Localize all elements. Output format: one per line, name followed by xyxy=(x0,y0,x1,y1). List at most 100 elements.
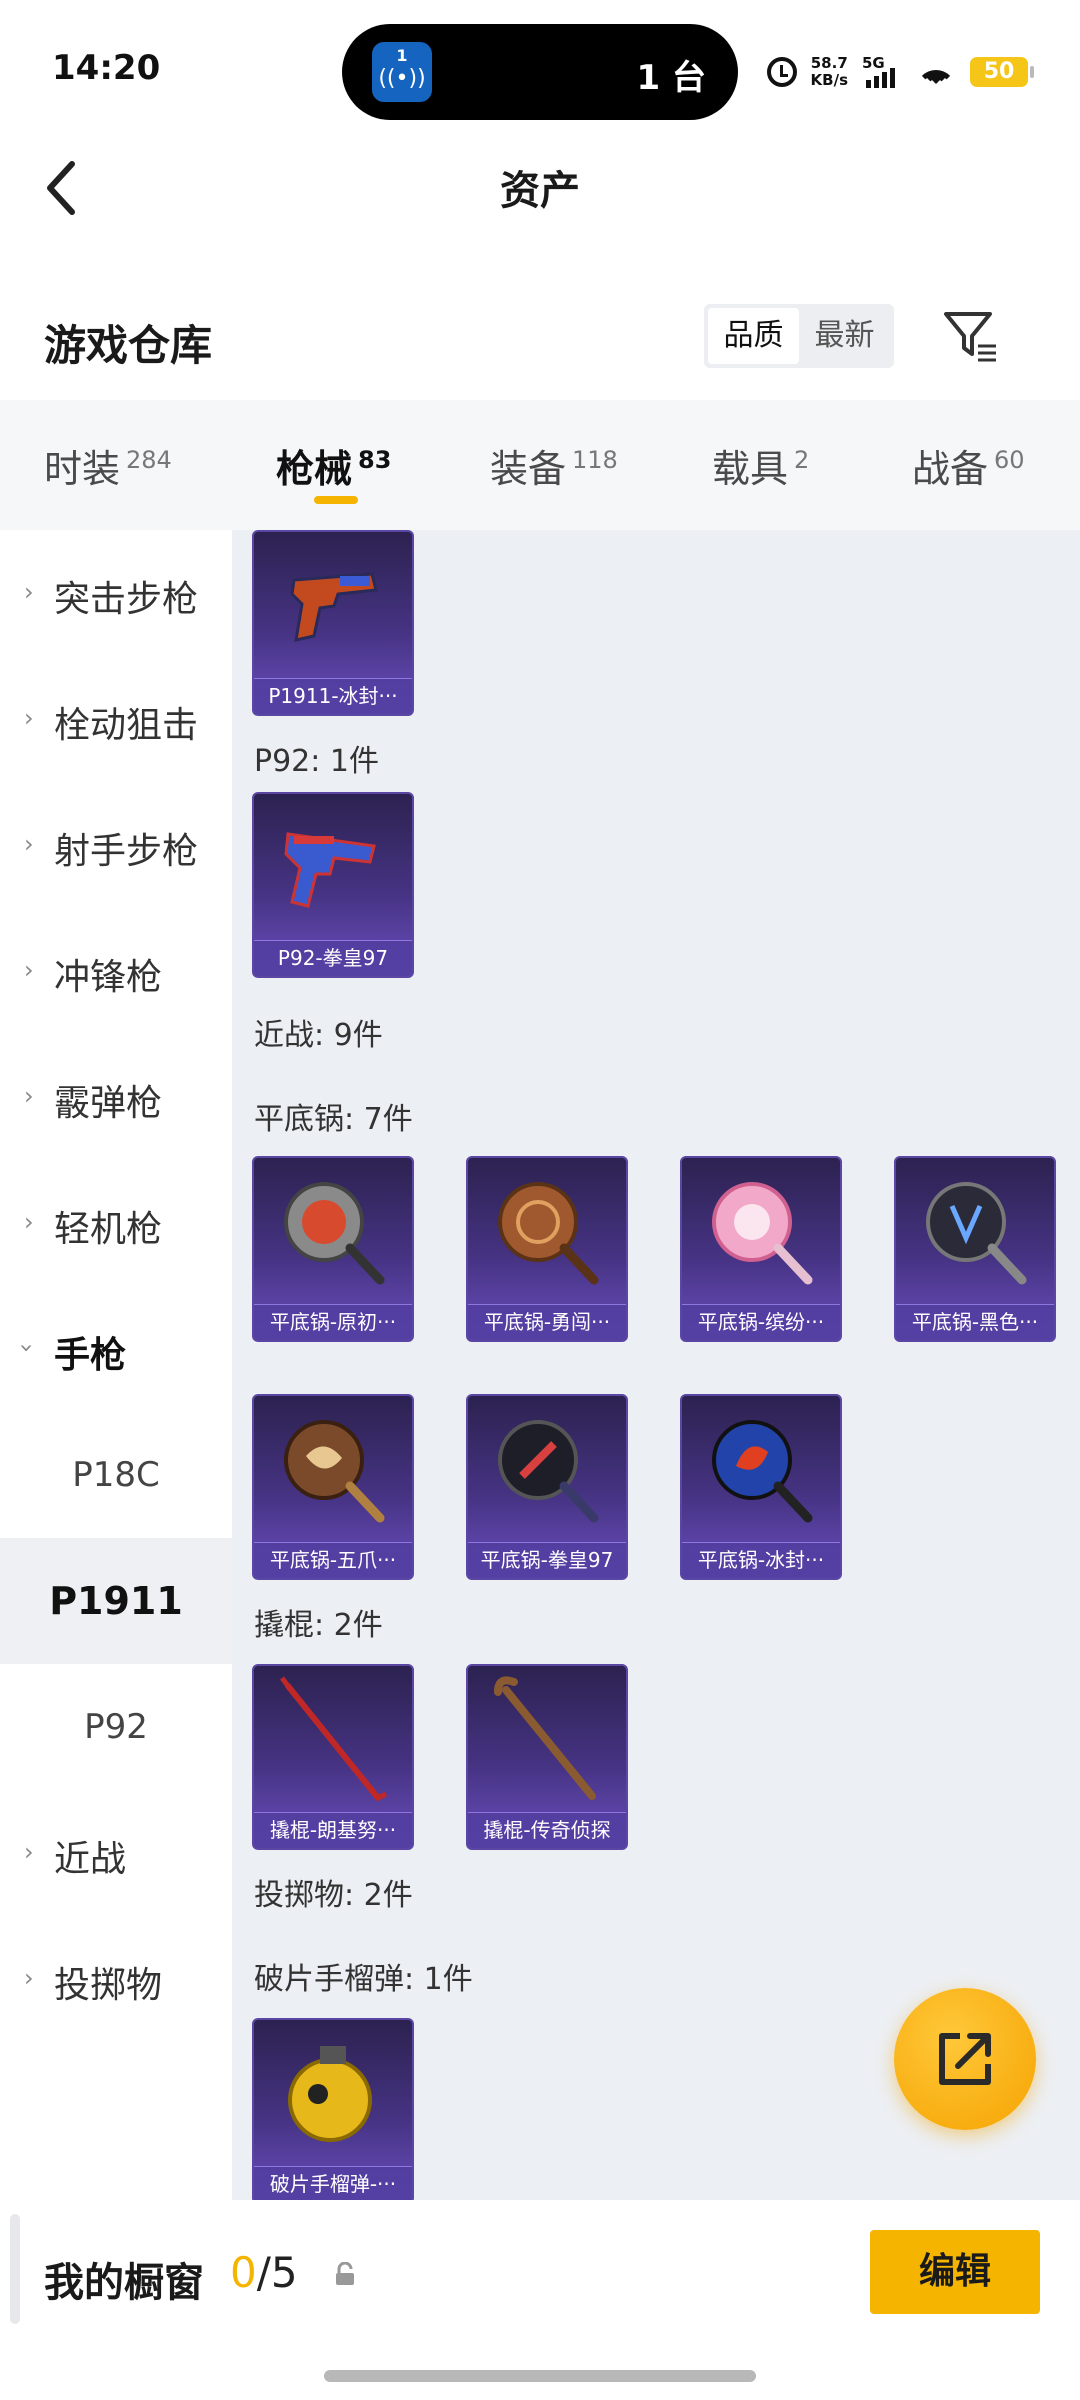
item-name: P1911-冰封··· xyxy=(254,678,412,714)
weapon-category-sidebar: › 突击步枪 › 栓动狙击 › 射手步枪 › 冲锋枪 › 霰弹枪 › 轻机枪 › 手枪 P18… xyxy=(0,530,232,2200)
sidebar-item-label: 突击步枪 xyxy=(54,579,199,620)
group-label-melee: 近战: 9件 xyxy=(254,1018,383,1053)
item-name: P92-拳皇97 xyxy=(254,940,412,976)
sidebar-item-bolt-sniper[interactable]: › 栓动狙击 xyxy=(0,656,232,782)
group-label-pan: 平底锅: 7件 xyxy=(254,1102,413,1137)
tab-count: 83 xyxy=(358,446,392,474)
tab-count: 2 xyxy=(794,446,810,474)
sidebar-item-label: 轻机枪 xyxy=(54,1209,163,1250)
sidebar-item-lmg[interactable]: › 轻机枪 xyxy=(0,1160,232,1286)
tab-vehicles[interactable]: 载具 2 xyxy=(712,438,809,493)
island-badge: 1 xyxy=(396,46,408,65)
page-title: 资产 xyxy=(500,168,580,214)
item-card-pan[interactable]: 平底锅-原初··· xyxy=(252,1156,414,1342)
sidebar-item-label: 投掷物 xyxy=(54,1965,163,2006)
status-time: 14:20 xyxy=(52,48,161,88)
sidebar-item-label: 冲锋枪 xyxy=(54,957,163,998)
alarm-icon xyxy=(766,57,797,87)
sidebar-subitem-p1911[interactable]: P1911 xyxy=(0,1538,232,1664)
item-card-grenade[interactable]: 破片手榴弹-··· xyxy=(252,2018,414,2200)
sidebar-subitem-p92[interactable]: P92 xyxy=(0,1664,232,1790)
chevron-right-icon: › xyxy=(24,956,34,984)
item-card-crowbar[interactable]: 撬棍-朗基努··· xyxy=(252,1664,414,1850)
item-card-pan[interactable]: 平底锅-黑色··· xyxy=(894,1156,1056,1342)
item-name: 破片手榴弹-··· xyxy=(254,2166,412,2200)
chevron-right-icon: › xyxy=(24,1964,34,1992)
tab-label: 战备 xyxy=(912,447,989,491)
sidebar-item-pistol[interactable]: › 手枪 xyxy=(0,1286,232,1412)
chevron-down-icon: › xyxy=(12,1343,41,1353)
item-card-pan[interactable]: 平底锅-冰封··· xyxy=(680,1394,842,1580)
item-card-crowbar[interactable]: 撬棍-传奇侦探 xyxy=(466,1664,628,1850)
item-name: 撬棍-朗基努··· xyxy=(254,1812,412,1848)
tab-equipment[interactable]: 装备 118 xyxy=(490,438,618,493)
nfc-broadcast-icon: 1 ((•)) xyxy=(372,42,432,102)
item-name: 平底锅-缤纷··· xyxy=(682,1304,840,1340)
island-device-count: 1 台 xyxy=(636,58,707,98)
sort-quality-button[interactable]: 品质 xyxy=(708,308,799,364)
item-name: 平底锅-冰封··· xyxy=(682,1542,840,1578)
chevron-right-icon: › xyxy=(24,1082,34,1110)
item-card-pan[interactable]: 平底锅-勇闯··· xyxy=(466,1156,628,1342)
crowbar-icon xyxy=(494,1676,596,1800)
status-bar: 14:20 1 ((•)) 1 台 58.7 KB/s 5G 50 xyxy=(0,0,1080,140)
sidebar-item-throwable[interactable]: › 投掷物 xyxy=(0,1916,232,2042)
crowbar-icon xyxy=(280,1676,388,1801)
tab-firearms[interactable]: 枪械 83 xyxy=(276,438,391,493)
tab-label: 枪械 xyxy=(276,447,353,491)
tab-count: 118 xyxy=(572,446,618,474)
active-tab-indicator xyxy=(314,496,358,504)
group-label-throwable: 投掷物: 2件 xyxy=(254,1878,413,1913)
status-icons: 58.7 KB/s 5G 50 xyxy=(766,50,1034,94)
item-name: 撬棍-传奇侦探 xyxy=(468,1812,626,1848)
pistol-skin-icon xyxy=(290,572,378,642)
warehouse-title: 游戏仓库 xyxy=(44,321,213,370)
sidebar-item-shotgun[interactable]: › 霰弹枪 xyxy=(0,1034,232,1160)
frying-pan-icon xyxy=(284,1182,385,1285)
sort-toggle: 品质 最新 xyxy=(704,304,894,368)
item-card-pan[interactable]: 平底锅-拳皇97 xyxy=(466,1394,628,1580)
wifi-icon xyxy=(916,56,956,88)
sort-latest-button[interactable]: 最新 xyxy=(799,308,890,364)
sidebar-item-smg[interactable]: › 冲锋枪 xyxy=(0,908,232,1034)
tab-label: 时装 xyxy=(44,447,121,491)
dynamic-island[interactable]: 1 ((•)) 1 台 xyxy=(342,24,738,120)
sidebar-item-label: 手枪 xyxy=(54,1335,127,1376)
chevron-right-icon: › xyxy=(24,1838,34,1866)
showcase-bar: 我的橱窗 0/5 编辑 xyxy=(0,2200,1080,2400)
frying-pan-icon xyxy=(284,1420,385,1523)
sidebar-item-label: 霰弹枪 xyxy=(54,1083,163,1124)
sidebar-item-assault-rifle[interactable]: › 突击步枪 xyxy=(0,530,232,656)
showcase-count: 0/5 xyxy=(230,2248,298,2297)
tab-count: 284 xyxy=(126,446,172,474)
sidebar-item-melee[interactable]: › 近战 xyxy=(0,1790,232,1916)
group-label-p92: P92: 1件 xyxy=(254,744,379,779)
filter-icon[interactable] xyxy=(942,308,998,364)
showcase-total: /5 xyxy=(256,2248,298,2297)
item-name: 平底锅-拳皇97 xyxy=(468,1542,626,1578)
share-icon xyxy=(939,2033,991,2085)
item-card-p92[interactable]: P92-拳皇97 xyxy=(252,792,414,978)
battery-icon: 50 xyxy=(970,57,1034,87)
chevron-right-icon: › xyxy=(24,578,34,606)
category-tabs: 时装 284 枪械 83 装备 118 载具 2 战备 60 xyxy=(0,400,1080,530)
sidebar-item-label: 近战 xyxy=(54,1839,127,1880)
tab-gear[interactable]: 战备 60 xyxy=(912,438,1025,493)
group-label-crowbar: 撬棍: 2件 xyxy=(254,1608,383,1643)
item-name: 平底锅-勇闯··· xyxy=(468,1304,626,1340)
home-indicator[interactable] xyxy=(324,2370,756,2382)
share-fab-button[interactable] xyxy=(894,1988,1036,2130)
speed-unit: KB/s xyxy=(810,71,848,89)
edit-button[interactable]: 编辑 xyxy=(870,2230,1040,2314)
tab-count: 60 xyxy=(994,446,1025,474)
pistol-skin-icon xyxy=(284,832,376,908)
sidebar-item-marksman-rifle[interactable]: › 射手步枪 xyxy=(0,782,232,908)
item-name: 平底锅-黑色··· xyxy=(896,1304,1054,1340)
item-card-p1911[interactable]: P1911-冰封··· xyxy=(252,530,414,716)
item-card-pan[interactable]: 平底锅-五爪··· xyxy=(252,1394,414,1580)
frying-pan-icon xyxy=(498,1420,599,1523)
item-card-pan[interactable]: 平底锅-缤纷··· xyxy=(680,1156,842,1342)
tab-fashion[interactable]: 时装 284 xyxy=(44,438,172,493)
sidebar-subitem-p18c[interactable]: P18C xyxy=(0,1412,232,1538)
drag-handle[interactable] xyxy=(10,2214,20,2324)
